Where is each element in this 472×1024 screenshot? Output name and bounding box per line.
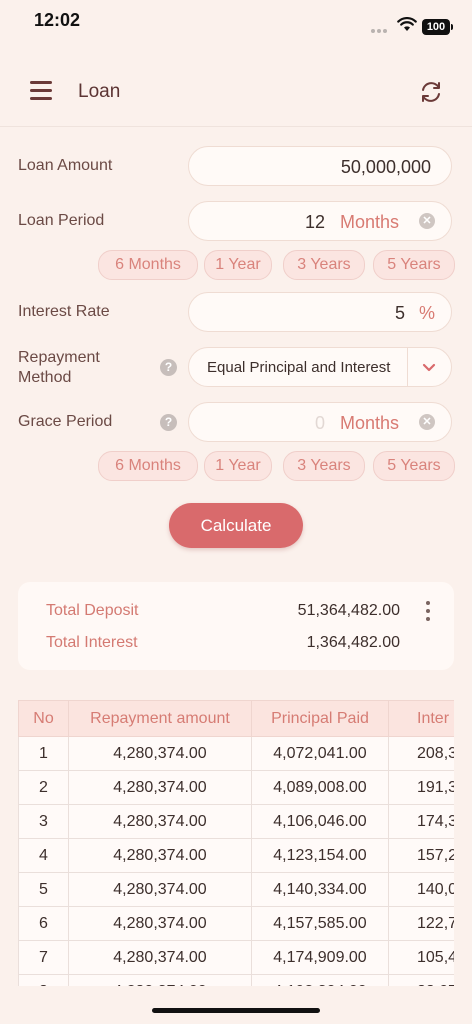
cell-principal: 4,157,585.00	[251, 906, 389, 941]
total-interest-value: 1,364,482.00	[306, 634, 400, 651]
grace-period-field[interactable]: 0 Months ✕	[188, 402, 452, 442]
cell-principal: 4,140,334.00	[251, 872, 389, 907]
loan-period-unit: Months	[340, 212, 400, 232]
total-deposit-value: 51,364,482.00	[297, 602, 400, 619]
cell-repayment: 4,280,374.00	[68, 940, 252, 975]
interest-rate-field[interactable]: 5 %	[188, 292, 452, 332]
help-icon[interactable]: ?	[160, 359, 177, 376]
loan-period-value: 12	[304, 212, 325, 232]
cell-repayment: 4,280,374.00	[68, 736, 252, 771]
cell-no: 8	[18, 974, 69, 986]
cell-principal: 4,072,041.00	[251, 736, 389, 771]
clear-icon[interactable]: ✕	[419, 213, 435, 229]
table-row: 34,280,374.004,106,046.00174,32	[18, 804, 454, 839]
header-principal-paid: Principal Paid	[251, 700, 389, 737]
loan-period-label: Loan Period	[18, 212, 105, 229]
table-row: 64,280,374.004,157,585.00122,78	[18, 906, 454, 941]
total-interest-label: Total Interest	[46, 634, 138, 651]
repayment-method-label-line1: Repayment	[18, 349, 100, 366]
summary-card: Total Deposit 51,364,482.00 Total Intere…	[18, 582, 454, 670]
cell-interest: 140,04	[388, 872, 454, 907]
interest-rate-label: Interest Rate	[18, 303, 110, 320]
cell-no: 4	[18, 838, 69, 873]
chip-5-years[interactable]: 5 Years	[373, 451, 455, 481]
repayment-method-value: Equal Principal and Interest	[207, 359, 391, 376]
header-repayment-amount: Repayment amount	[68, 700, 252, 737]
repayment-method-label-line2: Method	[18, 369, 72, 386]
cell-principal: 4,106,046.00	[251, 804, 389, 839]
chip-3-years[interactable]: 3 Years	[283, 451, 365, 481]
signal-dots-icon	[371, 29, 389, 33]
cell-no: 5	[18, 872, 69, 907]
cell-no: 3	[18, 804, 69, 839]
grace-period-unit: Months	[340, 413, 400, 433]
cell-repayment: 4,280,374.00	[68, 770, 252, 805]
cell-interest: 122,78	[388, 906, 454, 941]
cell-interest: 191,36	[388, 770, 454, 805]
select-separator	[407, 348, 408, 386]
cell-repayment: 4,280,374.00	[68, 838, 252, 873]
cell-interest: 105,46	[388, 940, 454, 975]
chevron-down-icon[interactable]	[421, 360, 437, 374]
interest-rate-value: 5	[394, 303, 405, 323]
status-bar: 12:02 100	[0, 0, 472, 44]
chip-1-year[interactable]: 1 Year	[204, 451, 272, 481]
app-bar-divider	[0, 126, 472, 127]
repayment-method-select[interactable]: Equal Principal and Interest	[188, 347, 452, 387]
app-bar: Loan	[0, 60, 472, 124]
loan-amount-label: Loan Amount	[18, 157, 113, 174]
loan-amount-value: 50,000,000	[340, 157, 431, 177]
cell-repayment: 4,280,374.00	[68, 804, 252, 839]
header-interest: Inter	[388, 700, 454, 737]
clear-icon[interactable]: ✕	[419, 414, 435, 430]
interest-rate-unit: %	[419, 303, 436, 323]
table-row: 54,280,374.004,140,334.00140,04	[18, 872, 454, 907]
cell-principal: 4,123,154.00	[251, 838, 389, 873]
cell-repayment: 4,280,374.00	[68, 872, 252, 907]
menu-icon[interactable]	[30, 81, 52, 100]
loan-amount-field[interactable]: 50,000,000	[188, 146, 452, 186]
calculate-button[interactable]: Calculate	[169, 503, 303, 548]
more-vertical-icon[interactable]	[426, 601, 430, 621]
chip-3-years[interactable]: 3 Years	[283, 250, 365, 280]
cell-interest: 157,22	[388, 838, 454, 873]
table-header-row: No Repayment amount Principal Paid Inter	[18, 700, 454, 737]
cell-principal: 4,089,008.00	[251, 770, 389, 805]
cell-interest: 208,33	[388, 736, 454, 771]
cell-interest: 88,07	[388, 974, 454, 986]
chip-6-months[interactable]: 6 Months	[98, 250, 198, 280]
table-row: 14,280,374.004,072,041.00208,33	[18, 736, 454, 771]
cell-no: 2	[18, 770, 69, 805]
refresh-icon[interactable]	[418, 79, 444, 105]
home-indicator[interactable]	[152, 1008, 320, 1013]
page-title: Loan	[78, 81, 121, 102]
grace-period-placeholder: 0	[314, 413, 325, 433]
battery-icon: 100	[422, 19, 453, 35]
grace-period-label: Grace Period	[18, 413, 113, 430]
total-deposit-label: Total Deposit	[46, 602, 139, 619]
cell-interest: 174,32	[388, 804, 454, 839]
chip-1-year[interactable]: 1 Year	[204, 250, 272, 280]
cell-repayment: 4,280,374.00	[68, 974, 252, 986]
cell-principal: 4,192,304.00	[251, 974, 389, 986]
wifi-icon	[397, 17, 417, 31]
table-row: 74,280,374.004,174,909.00105,46	[18, 940, 454, 975]
help-icon[interactable]: ?	[160, 414, 177, 431]
cell-no: 6	[18, 906, 69, 941]
header-no: No	[18, 700, 69, 737]
cell-no: 1	[18, 736, 69, 771]
chip-6-months[interactable]: 6 Months	[98, 451, 198, 481]
loan-period-field[interactable]: 12 Months ✕	[188, 201, 452, 241]
table-row: 84,280,374.004,192,304.0088,07	[18, 974, 454, 986]
status-time: 12:02	[34, 10, 81, 30]
repayment-method-label: Repayment Method	[18, 348, 100, 388]
cell-repayment: 4,280,374.00	[68, 906, 252, 941]
cell-principal: 4,174,909.00	[251, 940, 389, 975]
repayment-schedule-table[interactable]: No Repayment amount Principal Paid Inter…	[18, 700, 454, 986]
table-row: 44,280,374.004,123,154.00157,22	[18, 838, 454, 873]
cell-no: 7	[18, 940, 69, 975]
chip-5-years[interactable]: 5 Years	[373, 250, 455, 280]
table-row: 24,280,374.004,089,008.00191,36	[18, 770, 454, 805]
